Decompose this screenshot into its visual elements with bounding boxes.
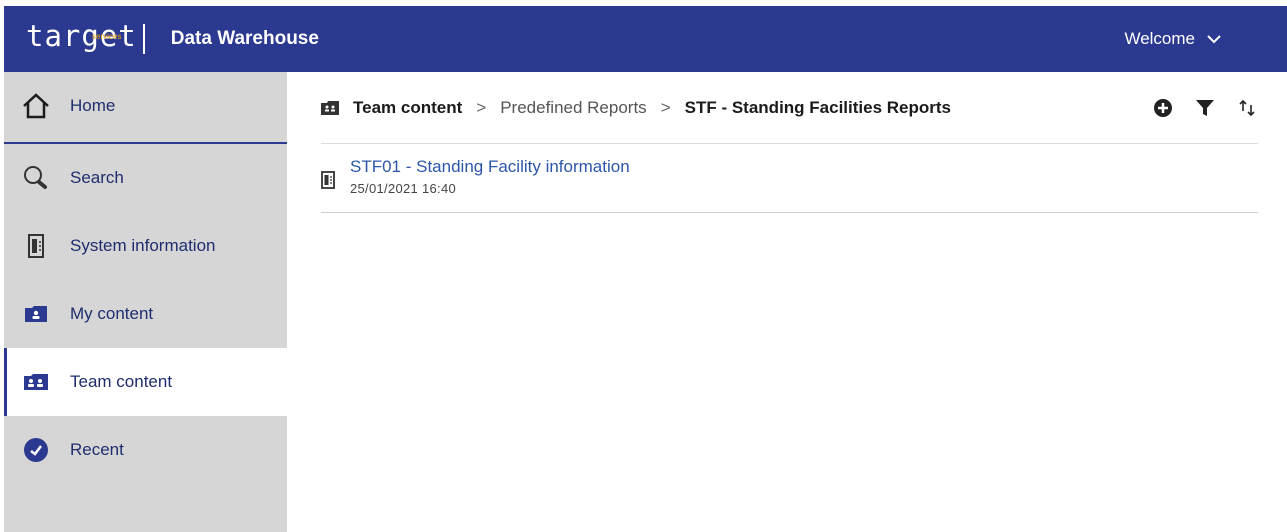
sort-icon[interactable] — [1236, 97, 1258, 119]
my-content-folder-icon — [21, 299, 51, 329]
filter-icon[interactable] — [1194, 97, 1216, 119]
breadcrumb-bar: Team content > Predefined Reports > STF … — [321, 72, 1258, 144]
team-content-folder-icon — [21, 367, 51, 397]
sidebar-item-team-content[interactable]: Team content — [4, 348, 287, 416]
sidebar-item-label: Search — [70, 168, 124, 187]
sidebar-item-my-content[interactable]: My content — [4, 280, 287, 348]
sidebar-item-label: My content — [70, 304, 154, 323]
logo: target services — [26, 6, 145, 72]
report-icon — [321, 171, 335, 189]
search-icon — [21, 163, 51, 193]
report-title-link[interactable]: STF01 - Standing Facility information — [350, 157, 630, 177]
logo-divider — [142, 24, 145, 54]
report-date: 25/01/2021 16:40 — [350, 181, 457, 196]
chevron-down-icon — [1207, 34, 1221, 43]
sidebar-item-label: Team content — [70, 372, 173, 391]
breadcrumb-separator: > — [476, 97, 487, 117]
breadcrumb-separator: > — [660, 97, 671, 117]
sidebar-item-recent[interactable]: Recent — [4, 416, 287, 484]
sidebar-item-label: Recent — [70, 440, 124, 459]
breadcrumb-team-content[interactable]: Team content — [353, 98, 462, 118]
sidebar: Home Search System information My conten… — [4, 72, 287, 532]
welcome-label: Welcome — [1124, 29, 1195, 48]
breadcrumb-predefined-reports[interactable]: Predefined Reports — [500, 98, 646, 118]
sidebar-item-home[interactable]: Home — [4, 72, 287, 140]
main-content: Team content > Predefined Reports > STF … — [287, 72, 1287, 532]
sidebar-item-system-information[interactable]: System information — [4, 212, 287, 280]
sidebar-item-search[interactable]: Search — [4, 144, 287, 212]
add-icon[interactable] — [1152, 97, 1174, 119]
top-header: target services Data Warehouse Welcome — [4, 6, 1287, 72]
system-info-icon — [21, 231, 51, 261]
sidebar-item-label: Home — [70, 96, 116, 115]
home-icon — [21, 91, 51, 121]
list-item[interactable]: STF01 - Standing Facility information 25… — [321, 145, 1258, 213]
logo-subtext: services — [92, 32, 122, 41]
welcome-menu[interactable]: Welcome — [1124, 6, 1221, 72]
recent-check-icon — [21, 435, 51, 465]
app-root: target services Data Warehouse Welcome H… — [0, 0, 1287, 532]
app-title: Data Warehouse — [170, 28, 319, 49]
sidebar-item-label: System information — [70, 236, 216, 255]
toolbar-actions — [1132, 72, 1258, 144]
team-folder-icon — [321, 100, 339, 115]
list-item-text: STF01 - Standing Facility information 25… — [350, 157, 630, 196]
breadcrumb-current: STF - Standing Facilities Reports — [684, 97, 951, 117]
